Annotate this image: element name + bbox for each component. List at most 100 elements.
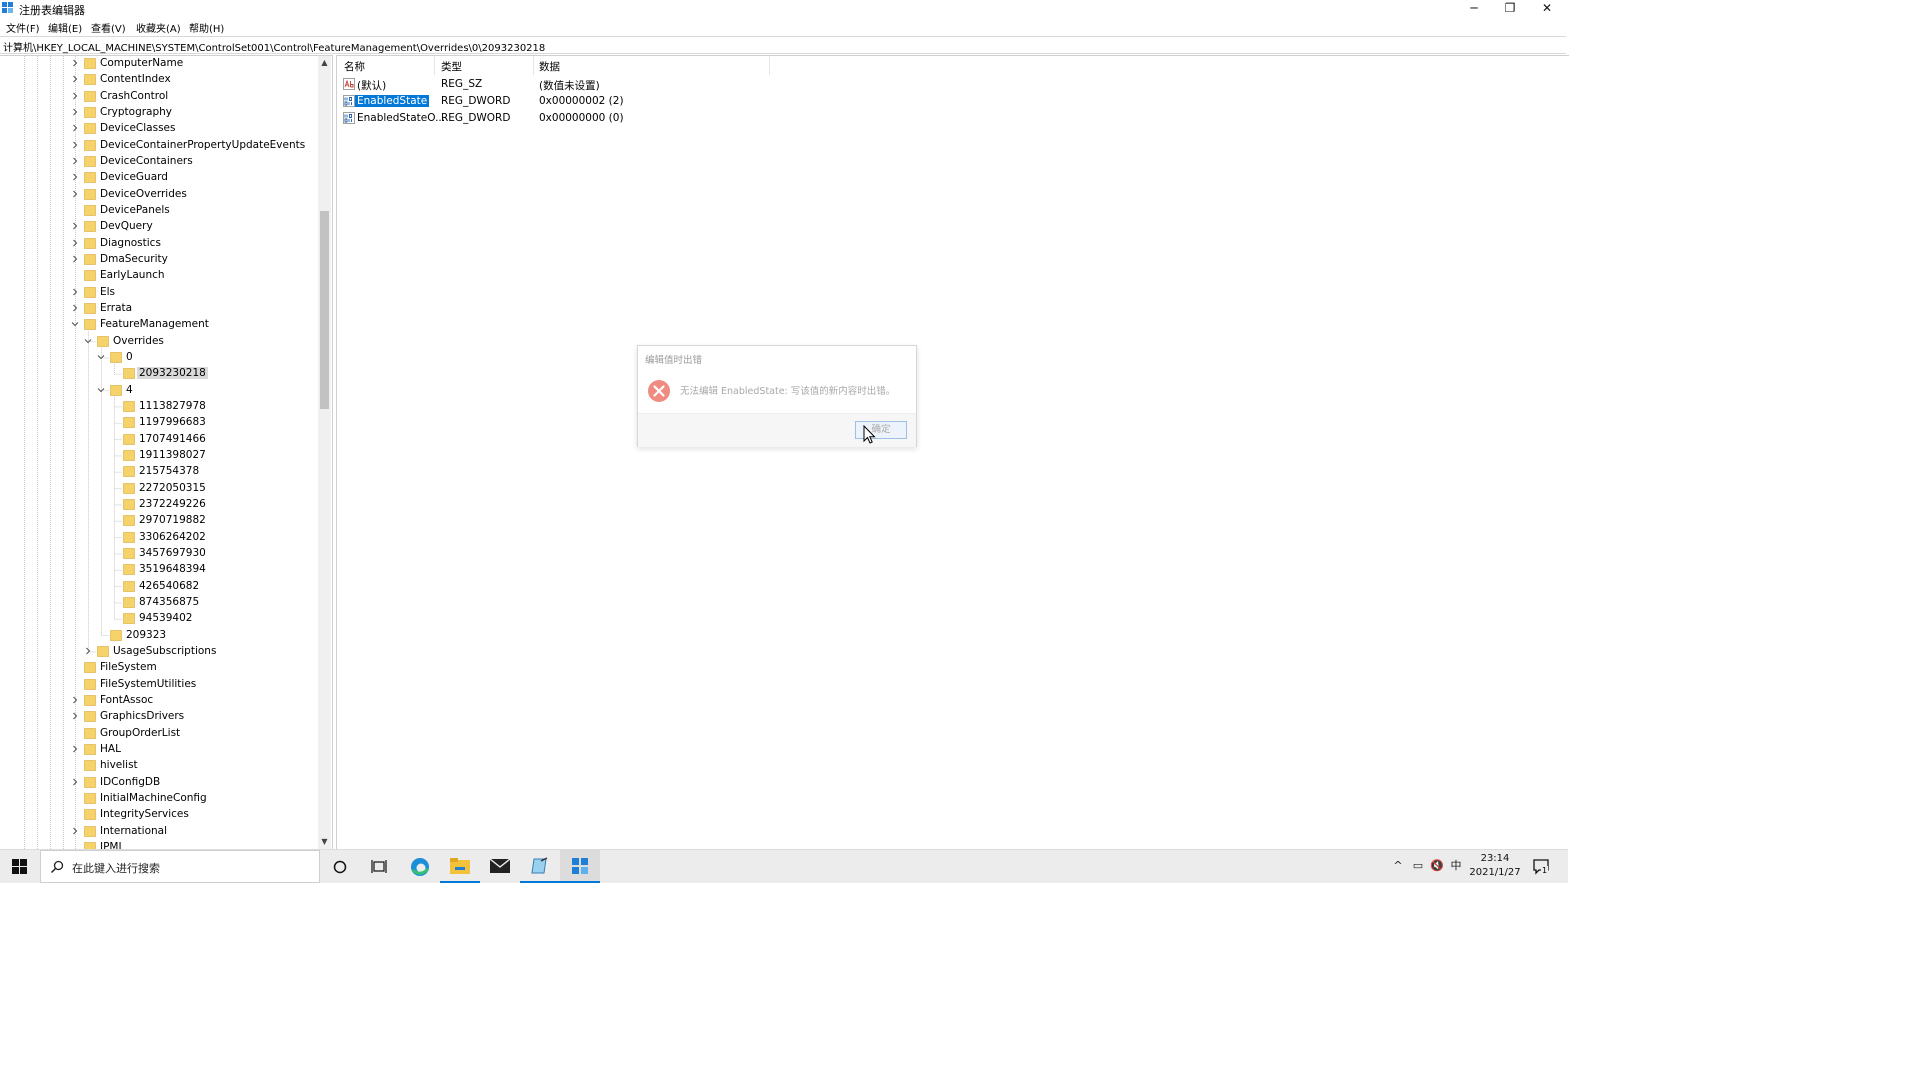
minimize-button[interactable]: ─ <box>1456 0 1492 18</box>
column-name-header[interactable]: 名称 <box>344 59 365 74</box>
mail-button[interactable] <box>480 850 520 883</box>
tree-node[interactable]: 4 <box>0 383 318 399</box>
action-center-button[interactable]: 1 <box>1530 856 1552 878</box>
tree-node[interactable]: FeatureManagement <box>0 317 318 333</box>
tree-node[interactable]: FileSystemUtilities <box>0 677 318 693</box>
chevron-right-icon[interactable] <box>71 141 79 149</box>
chevron-right-icon[interactable] <box>71 173 79 181</box>
tree-node-label[interactable]: 1911398027 <box>137 449 208 461</box>
tree-node[interactable]: DeviceGuard <box>0 170 318 186</box>
tree-node[interactable]: CrashControl <box>0 89 318 105</box>
column-divider[interactable] <box>434 56 435 75</box>
value-row[interactable]: (默认) REG_SZ (数值未设置) <box>337 76 769 93</box>
tree-node-label[interactable]: ComputerName <box>98 57 185 69</box>
tree-node[interactable]: 1113827978 <box>0 399 318 415</box>
tree-node[interactable]: FileSystem <box>0 660 318 676</box>
tree-node[interactable]: 215754378 <box>0 464 318 480</box>
tree-node-label[interactable]: International <box>98 825 169 837</box>
tree-node-label[interactable]: DmaSecurity <box>98 253 170 265</box>
tree-node[interactable]: UsageSubscriptions <box>0 644 318 660</box>
tree-node[interactable]: Overrides <box>0 334 318 350</box>
tree-node[interactable]: International <box>0 824 318 840</box>
tree-node-label[interactable]: FileSystemUtilities <box>98 678 198 690</box>
tree-node-label[interactable]: Cryptography <box>98 106 174 118</box>
value-list[interactable]: 名称 类型 数据 (默认) REG_SZ (数值未设置) EnabledState RE… <box>336 55 1569 849</box>
column-divider[interactable] <box>533 56 534 75</box>
cortana-button[interactable] <box>320 850 360 883</box>
chevron-right-icon[interactable] <box>71 222 79 230</box>
chevron-right-icon[interactable] <box>71 255 79 263</box>
tree-node-label[interactable]: DeviceContainerPropertyUpdateEvents <box>98 139 307 151</box>
chevron-right-icon[interactable] <box>71 778 79 786</box>
tree-node[interactable]: 2093230218 <box>0 366 318 382</box>
tree-node[interactable]: Diagnostics <box>0 236 318 252</box>
tree-node-label[interactable]: DeviceContainers <box>98 155 195 167</box>
chevron-right-icon[interactable] <box>84 647 92 655</box>
tree-node[interactable]: 874356875 <box>0 595 318 611</box>
tree-node[interactable]: EarlyLaunch <box>0 268 318 284</box>
tree-node-label[interactable]: FontAssoc <box>98 694 155 706</box>
chevron-right-icon[interactable] <box>71 745 79 753</box>
chevron-right-icon[interactable] <box>71 288 79 296</box>
start-button[interactable] <box>0 850 40 883</box>
notepad-button[interactable] <box>520 850 560 883</box>
tree-node[interactable]: 1911398027 <box>0 448 318 464</box>
tree-node[interactable]: DevicePanels <box>0 203 318 219</box>
chevron-down-icon[interactable] <box>71 320 79 328</box>
tree-node-label[interactable]: GraphicsDrivers <box>98 710 186 722</box>
chevron-down-icon[interactable] <box>97 386 105 394</box>
tree-node[interactable]: DevQuery <box>0 219 318 235</box>
tree-node-label[interactable]: 2372249226 <box>137 498 208 510</box>
tree-node[interactable]: DeviceOverrides <box>0 187 318 203</box>
tree-node-label[interactable]: UsageSubscriptions <box>111 645 218 657</box>
tree-node[interactable]: IDConfigDB <box>0 775 318 791</box>
address-path[interactable]: 计算机\HKEY_LOCAL_MACHINE\SYSTEM\ControlSet… <box>3 39 545 54</box>
tray-chevron-icon[interactable]: ^ <box>1391 859 1405 873</box>
edge-button[interactable] <box>400 850 440 883</box>
clock[interactable]: 23:14 2021/1/27 <box>1462 852 1528 880</box>
chevron-right-icon[interactable] <box>71 75 79 83</box>
tree-node-label[interactable]: 2093230218 <box>137 367 208 380</box>
menu-help[interactable]: 帮助(H) <box>189 20 224 35</box>
tree-node[interactable]: GraphicsDrivers <box>0 709 318 725</box>
tree-node-label[interactable]: HAL <box>98 743 123 755</box>
close-button[interactable]: ✕ <box>1529 0 1565 18</box>
menu-edit[interactable]: 编辑(E) <box>48 20 82 35</box>
tree-node[interactable]: 2970719882 <box>0 513 318 529</box>
tree-node[interactable]: 3457697930 <box>0 546 318 562</box>
value-row[interactable]: EnabledState REG_DWORD 0x00000002 (2) <box>337 93 769 110</box>
tree-node-label[interactable]: InitialMachineConfig <box>98 792 209 804</box>
taskbar-search-box[interactable]: 在此键入进行搜索 <box>40 850 320 883</box>
tree-node[interactable]: DmaSecurity <box>0 252 318 268</box>
column-data-header[interactable]: 数据 <box>539 59 560 74</box>
tree-node[interactable]: Errata <box>0 301 318 317</box>
tree-node-label[interactable]: EarlyLaunch <box>98 269 167 281</box>
tree-node[interactable]: 2272050315 <box>0 481 318 497</box>
chevron-right-icon[interactable] <box>71 124 79 132</box>
tree-node[interactable]: GroupOrderList <box>0 726 318 742</box>
menu-view[interactable]: 查看(V) <box>91 20 126 35</box>
tree-node-label[interactable]: FeatureManagement <box>98 318 211 330</box>
task-view-button[interactable] <box>359 850 399 883</box>
tree-node[interactable]: IntegrityServices <box>0 807 318 823</box>
tree-node[interactable]: Cryptography <box>0 105 318 121</box>
tree-node[interactable]: hivelist <box>0 758 318 774</box>
registry-editor-taskbar-button[interactable] <box>560 850 600 883</box>
tree-node-label[interactable]: 1197996683 <box>137 416 208 428</box>
key-tree[interactable]: ComputerName ContentIndex CrashControl Cryp… <box>0 55 333 850</box>
menu-favorites[interactable]: 收藏夹(A) <box>136 20 181 35</box>
tree-node-label[interactable]: Overrides <box>111 335 166 347</box>
tree-node-label[interactable]: CrashControl <box>98 90 170 102</box>
address-bar[interactable]: 计算机\HKEY_LOCAL_MACHINE\SYSTEM\ControlSet… <box>0 36 1566 54</box>
tree-node-label[interactable]: 209323 <box>124 629 168 641</box>
tree-node-label[interactable]: 1707491466 <box>137 433 208 445</box>
chevron-right-icon[interactable] <box>71 239 79 247</box>
volume-muted-icon[interactable]: 🔇 <box>1430 859 1444 873</box>
tree-node-label[interactable]: 3519648394 <box>137 563 208 575</box>
tree-node[interactable]: HAL <box>0 742 318 758</box>
tree-node-label[interactable]: DeviceClasses <box>98 122 177 134</box>
chevron-right-icon[interactable] <box>71 92 79 100</box>
scroll-down-icon[interactable]: ▼ <box>318 835 331 849</box>
tree-node-label[interactable]: 94539402 <box>137 612 194 624</box>
tree-node[interactable]: FontAssoc <box>0 693 318 709</box>
